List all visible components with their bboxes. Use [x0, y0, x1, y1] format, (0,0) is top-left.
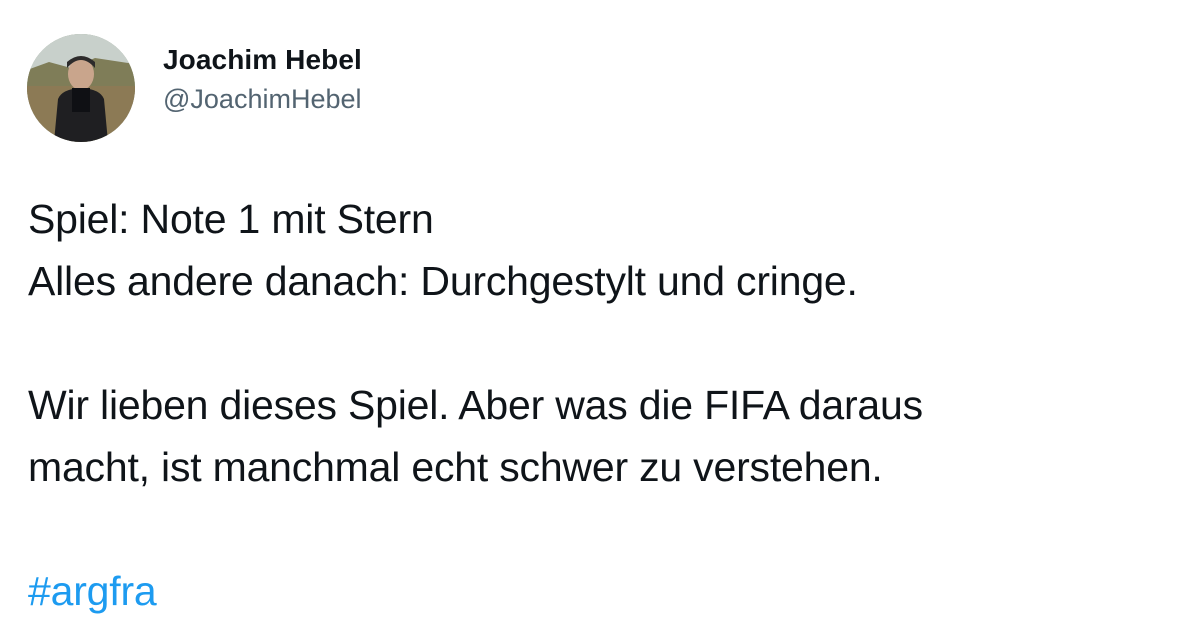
- tweet-line: macht, ist manchmal echt schwer zu verst…: [28, 444, 883, 490]
- tweet-line: Wir lieben dieses Spiel. Aber was die FI…: [28, 382, 923, 428]
- paragraph-break: [28, 312, 1178, 374]
- tweet-line: Spiel: Note 1 mit Stern: [28, 196, 434, 242]
- tweet-line: Alles andere danach: Durchgestylt und cr…: [28, 258, 858, 304]
- avatar-photo-icon: [27, 34, 135, 142]
- avatar[interactable]: [27, 34, 135, 142]
- paragraph-break: [28, 498, 1178, 560]
- tweet-card: Joachim Hebel @JoachimHebel Spiel: Note …: [0, 0, 1200, 628]
- author-info: Joachim Hebel @JoachimHebel: [163, 46, 362, 113]
- display-name[interactable]: Joachim Hebel: [163, 46, 362, 74]
- hashtag-link[interactable]: #argfra: [28, 568, 157, 614]
- username-handle[interactable]: @JoachimHebel: [163, 86, 362, 113]
- tweet-text: Spiel: Note 1 mit Stern Alles andere dan…: [28, 188, 1178, 622]
